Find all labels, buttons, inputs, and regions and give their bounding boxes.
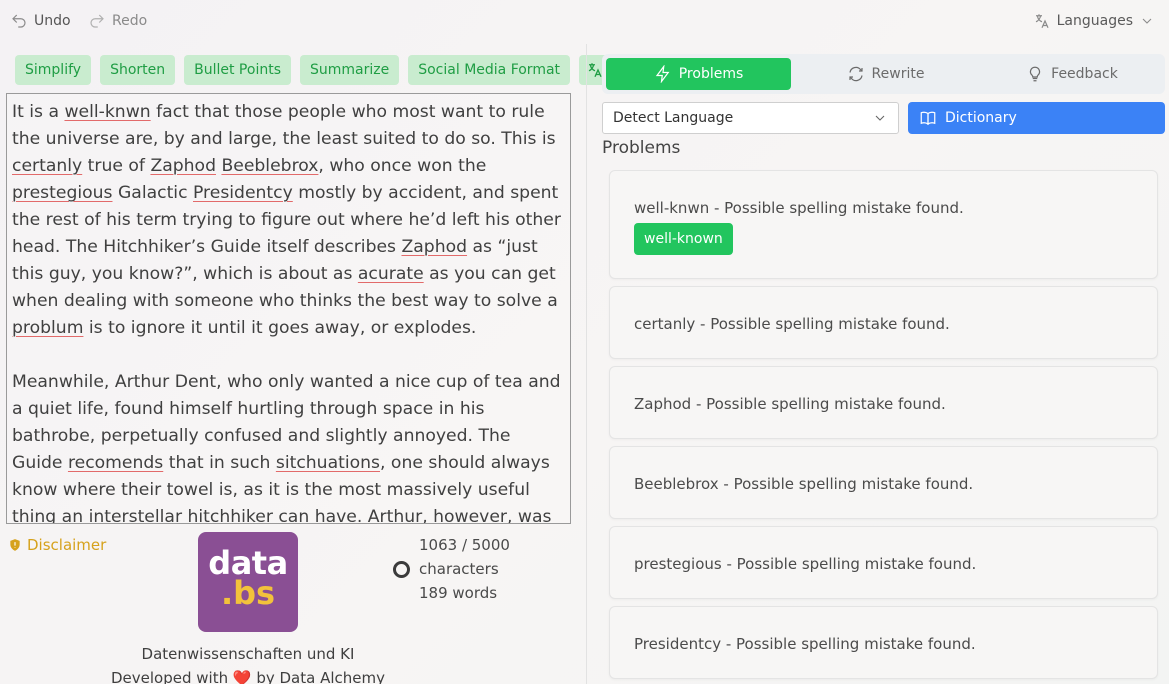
shorten-button[interactable]: Shorten [100, 55, 176, 85]
refresh-icon [848, 66, 863, 82]
progress-ring-icon [393, 560, 410, 578]
dictionary-button[interactable]: Dictionary [908, 102, 1165, 134]
problem-card[interactable]: Presidentcy - Possible spelling mistake … [609, 606, 1158, 679]
text-run: that in such [163, 453, 276, 473]
word-count: 189 words [419, 584, 498, 602]
misspelled-word[interactable]: well-knwn [64, 102, 150, 122]
tab-rewrite[interactable]: Rewrite [798, 58, 973, 90]
disclaimer-link[interactable]: Disclaimer [8, 536, 106, 554]
character-counter: 1063 / 5000 characters 189 words [393, 533, 510, 605]
tab-problems[interactable]: Problems [606, 58, 791, 90]
problem-card[interactable]: Zaphod - Possible spelling mistake found… [609, 366, 1158, 439]
undo-label: Undo [34, 13, 71, 29]
data-bs-logo: data .bs [198, 532, 298, 632]
translate-icon [588, 63, 602, 78]
dictionary-label: Dictionary [945, 110, 1017, 126]
tab-feedback[interactable]: Feedback [983, 58, 1161, 90]
problem-message: Presidentcy - Possible spelling mistake … [634, 635, 976, 653]
problem-card[interactable]: well-knwn - Possible spelling mistake fo… [609, 170, 1158, 279]
char-count: 1063 / 5000 [419, 536, 510, 554]
misspelled-word[interactable]: Beeblebrox [221, 156, 318, 176]
text-run: , who once won the [318, 156, 487, 176]
problem-card[interactable]: prestegious - Possible spelling mistake … [609, 526, 1158, 599]
problems-heading: Problems [602, 138, 681, 158]
credits-line1: Datenwissenschaften und KI [141, 645, 355, 663]
language-select[interactable]: Detect Language [602, 102, 899, 134]
credits-line2: Developed with ❤️ by Data Alchemy [100, 666, 396, 684]
editor-paragraph: It is a well-knwn fact that those people… [12, 99, 564, 342]
languages-menu[interactable]: Languages [1033, 12, 1155, 30]
book-icon [920, 111, 936, 126]
text-run: Galactic [112, 183, 193, 203]
problem-message: prestegious - Possible spelling mistake … [634, 555, 977, 573]
misspelled-word[interactable]: sitchuations [276, 453, 380, 473]
chevron-down-icon [875, 115, 885, 121]
char-count-label: characters [419, 560, 499, 578]
misspelled-word[interactable]: prestegious [12, 183, 113, 203]
credits-prefix: Developed with [111, 669, 229, 684]
suggestion-button[interactable]: well-known [634, 223, 733, 255]
lightning-icon [655, 65, 670, 83]
chevron-down-icon [1142, 18, 1152, 24]
tab-rewrite-label: Rewrite [871, 66, 925, 82]
simplify-button[interactable]: Simplify [15, 55, 92, 85]
credits-suffix: by Data Alchemy [256, 669, 385, 684]
logo-line2: .bs [220, 574, 276, 612]
disclaimer-label: Disclaimer [27, 536, 107, 554]
misspelled-word[interactable]: recomends [68, 453, 163, 473]
language-select-value: Detect Language [613, 110, 734, 126]
bullet-points-button[interactable]: Bullet Points [184, 55, 291, 85]
text-run: true of [82, 156, 151, 176]
translate-icon [1035, 14, 1049, 28]
problem-message: Zaphod - Possible spelling mistake found… [634, 395, 946, 413]
shield-warning-icon [10, 539, 20, 551]
panel-tabs: Problems Rewrite Feedback [602, 54, 1165, 94]
action-bar: Simplify Shorten Bullet Points Summarize… [15, 55, 611, 85]
text-run: is to ignore it until it goes away, or e… [83, 318, 477, 338]
misspelled-word[interactable]: acurate [358, 264, 424, 284]
misspelled-word[interactable]: Presidentcy [193, 183, 293, 203]
tab-problems-label: Problems [678, 66, 744, 82]
summarize-button[interactable]: Summarize [300, 55, 400, 85]
misspelled-word[interactable]: Zaphod [401, 237, 467, 257]
redo-label: Redo [112, 13, 148, 29]
panel-divider [586, 44, 587, 684]
problem-message: certanly - Possible spelling mistake fou… [634, 315, 950, 333]
text-editor[interactable]: It is a well-knwn fact that those people… [6, 93, 571, 524]
undo-button[interactable]: Undo [10, 12, 71, 30]
problem-card[interactable]: certanly - Possible spelling mistake fou… [609, 286, 1158, 359]
credits: Datenwissenschaften und KI Developed wit… [100, 642, 396, 684]
redo-button[interactable]: Redo [88, 12, 147, 30]
editor-paragraph: Meanwhile, Arthur Dent, who only wanted … [12, 369, 564, 523]
misspelled-word[interactable]: Zaphod [150, 156, 216, 176]
misspelled-word[interactable]: certanly [12, 156, 82, 176]
misspelled-word[interactable]: problum [12, 318, 83, 338]
tab-feedback-label: Feedback [1051, 66, 1118, 82]
problem-message: well-knwn - Possible spelling mistake fo… [634, 199, 964, 217]
text-run: It is a [12, 102, 65, 122]
lightbulb-icon [1030, 66, 1041, 82]
redo-icon [90, 14, 104, 28]
problem-message: Beeblebrox - Possible spelling mistake f… [634, 475, 974, 493]
languages-label: Languages [1056, 13, 1133, 29]
social-media-format-button[interactable]: Social Media Format [408, 55, 571, 85]
undo-icon [12, 14, 26, 28]
heart-icon: ❤️ [232, 669, 252, 684]
problem-card[interactable]: Beeblebrox - Possible spelling mistake f… [609, 446, 1158, 519]
